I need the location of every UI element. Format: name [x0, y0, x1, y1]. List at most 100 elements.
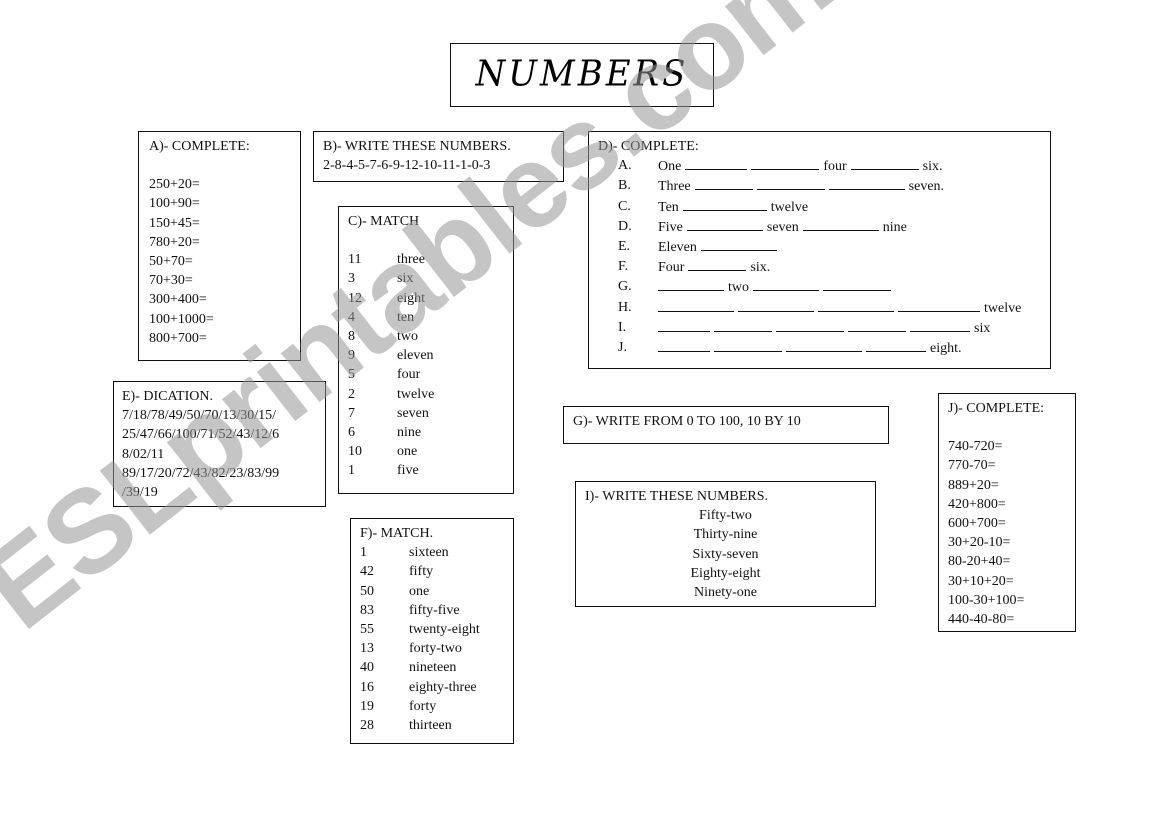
answer-blank[interactable] [753, 277, 819, 292]
answer-blank[interactable] [818, 298, 894, 312]
list-item: 25/47/66/100/71/52/43/12/6 [122, 427, 280, 443]
row-letter: H. [618, 299, 632, 315]
answer-blank[interactable] [700, 237, 777, 252]
match-number: 1 [360, 545, 367, 561]
match-row: 1 five [348, 461, 504, 480]
answer-blank[interactable] [686, 217, 763, 231]
section-f-match: F)- MATCH. 1 sixteen 42 fifty 50 one 83 fifty-f… [350, 518, 514, 744]
answer-blank[interactable] [898, 298, 980, 312]
list-item: 100+90= [149, 196, 200, 212]
row-letter: A. [618, 158, 632, 174]
match-row: 13 forty-two [360, 639, 504, 658]
match-number: 40 [360, 660, 374, 676]
section-f-heading: F)- MATCH. [360, 526, 434, 541]
answer-blank[interactable] [658, 298, 734, 312]
answer-blank[interactable] [786, 338, 862, 353]
answer-blank[interactable] [738, 298, 814, 312]
answer-blank[interactable] [756, 176, 825, 191]
list-item: 50+70= [149, 254, 193, 270]
match-number: 8 [348, 329, 355, 345]
match-word: thirteen [409, 718, 452, 734]
complete-row: A. One four six. [598, 156, 1041, 176]
answer-blank[interactable] [714, 338, 782, 353]
list-item: 100+1000= [149, 311, 214, 327]
row-letter: C. [618, 198, 631, 214]
match-number: 3 [348, 271, 355, 287]
answer-blank[interactable] [682, 197, 767, 211]
answer-blank[interactable] [828, 176, 905, 191]
list-item: 740-720= [948, 439, 1003, 455]
match-row: 50 one [360, 582, 504, 601]
match-row: 83 fifty-five [360, 601, 504, 620]
row-word: six [974, 320, 991, 336]
answer-blank[interactable] [694, 176, 753, 191]
match-word: nine [397, 425, 422, 441]
row-content: eight. [656, 338, 964, 358]
list-item: Ninety-one [694, 585, 757, 601]
match-word: three [397, 252, 425, 268]
list-item: 440-40-80= [948, 612, 1015, 628]
answer-blank[interactable] [658, 277, 724, 292]
answer-blank[interactable] [658, 338, 710, 353]
match-word: eleven [397, 348, 434, 364]
answer-blank[interactable] [802, 217, 879, 231]
match-number: 28 [360, 718, 374, 734]
answer-blank[interactable] [658, 318, 710, 332]
match-word: fifty-five [409, 602, 460, 618]
section-f-rows: 1 sixteen 42 fifty 50 one 83 fifty-five 55 twenty… [360, 543, 504, 735]
answer-blank[interactable] [866, 338, 926, 353]
match-number: 6 [348, 425, 355, 441]
list-item: 150+45= [149, 215, 200, 231]
worksheet-title: NUMBERS [475, 53, 689, 96]
answer-blank[interactable] [848, 318, 906, 332]
match-number: 7 [348, 405, 355, 421]
match-row: 16 eighty-three [360, 678, 504, 697]
list-item: /39/19 [122, 485, 158, 501]
section-e-heading: E)- DICATION. [122, 389, 213, 404]
list-item: 89/17/20/72/43/82/23/83/99 [122, 465, 280, 481]
match-word: eighty-three [409, 679, 477, 695]
answer-blank[interactable] [714, 318, 772, 332]
list-item: 889+20= [948, 477, 999, 493]
section-d-rows: A. One four six. B. Three seven. C. Ten twelve D. F… [598, 156, 1041, 358]
complete-row: I. six [598, 318, 1041, 338]
answer-blank[interactable] [850, 156, 919, 171]
list-item: 780+20= [149, 234, 200, 250]
list-item: 600+700= [948, 516, 1006, 532]
answer-blank[interactable] [685, 156, 748, 171]
list-item: 770-70= [948, 458, 996, 474]
match-row: 2 twelve [348, 385, 504, 404]
section-d-complete: D)- COMPLETE: A. One four six. B. Three seven.… [588, 131, 1051, 369]
row-word: six. [922, 159, 943, 175]
answer-blank[interactable] [751, 156, 820, 171]
match-row: 42 fifty [360, 562, 504, 581]
match-row: 19 forty [360, 697, 504, 716]
row-word: twelve [770, 199, 809, 215]
match-number: 1 [348, 463, 355, 479]
row-letter: F. [618, 259, 629, 275]
section-i-heading: I)- WRITE THESE NUMBERS. [585, 489, 769, 504]
row-letter: B. [618, 178, 631, 194]
section-d-heading: D)- COMPLETE: [598, 139, 699, 154]
list-item: Sixty-seven [692, 546, 759, 562]
answer-blank[interactable] [823, 277, 891, 292]
list-item: 70+30= [149, 273, 193, 289]
answer-blank[interactable] [688, 257, 747, 272]
row-word: six. [750, 260, 771, 276]
match-word: fifty [409, 564, 434, 580]
row-content: six [656, 318, 992, 338]
answer-blank[interactable] [910, 318, 970, 332]
match-word: five [397, 463, 419, 479]
row-content: Four six. [656, 257, 772, 277]
row-letter: J. [618, 340, 627, 356]
section-g-write-by-ten: G)- WRITE FROM 0 TO 100, 10 BY 10 [563, 406, 889, 444]
list-item: 8/02/11 [122, 446, 165, 462]
complete-row: G. two [598, 277, 1041, 297]
match-number: 5 [348, 367, 355, 383]
answer-blank[interactable] [776, 318, 844, 332]
row-content: Five seven nine [656, 217, 909, 237]
match-word: forty [409, 698, 437, 714]
complete-row: C. Ten twelve [598, 197, 1041, 217]
section-c-match: C)- MATCH 11 three 3 six 12 eight 4 ten 8 two 9 ele… [338, 206, 514, 494]
row-content: One four six. [656, 156, 945, 176]
